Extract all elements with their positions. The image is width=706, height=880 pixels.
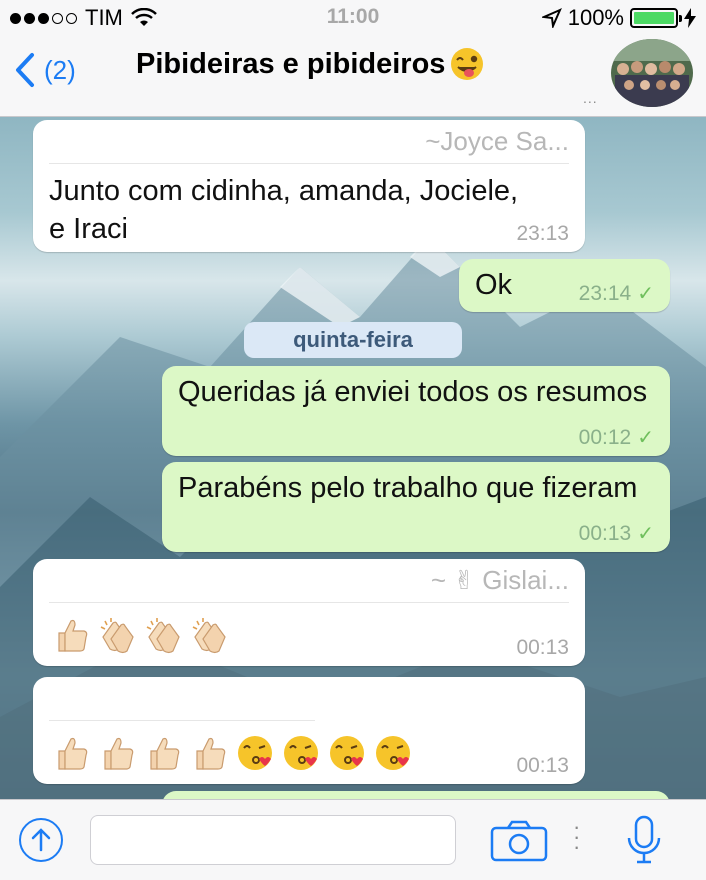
message-bubble-outgoing[interactable]: Queridas já enviei todos os resumos 00:1… — [162, 366, 670, 456]
unread-count: (2) — [44, 54, 76, 85]
chat-header: (2) Pibideiras e pibideiros ... — [0, 36, 706, 117]
compose-bar: · · · — [0, 799, 706, 880]
camera-icon — [490, 820, 548, 862]
clapping-hands-emoji-icon — [100, 618, 134, 654]
message-bubble-outgoing[interactable]: Ok 23:14 ✓ — [459, 259, 670, 312]
location-arrow-icon — [541, 8, 562, 28]
thumbs-up-emoji-icon — [104, 737, 134, 770]
delivered-check-icon: ✓ — [637, 427, 654, 449]
message-input[interactable] — [90, 815, 456, 865]
arrow-up-icon — [31, 828, 51, 852]
message-time: 00:12 — [578, 426, 632, 449]
group-name: Pibideiras e pibideiros — [136, 47, 446, 80]
emoji-row — [51, 733, 413, 773]
thumbs-up-emoji-icon — [150, 737, 180, 770]
microphone-button[interactable] — [625, 814, 663, 868]
divider — [49, 720, 315, 721]
status-bar: TIM 11:00 100% — [0, 0, 706, 36]
back-button[interactable]: (2) — [14, 52, 76, 88]
face-blowing-kiss-emoji-icon — [238, 736, 272, 770]
clapping-hands-emoji-icon — [146, 618, 180, 654]
group-title[interactable]: Pibideiras e pibideiros — [136, 46, 485, 82]
message-text: Junto com cidinha, amanda, Jociele, e Ir… — [49, 175, 519, 245]
divider — [49, 602, 569, 603]
battery-percent: 100% — [567, 5, 624, 30]
charging-bolt-icon — [684, 8, 696, 28]
thumbs-up-emoji-icon — [58, 737, 88, 770]
divider — [49, 163, 569, 164]
delivered-check-icon: ✓ — [637, 283, 654, 305]
message-text: Ok — [475, 269, 513, 301]
message-meta: 00:12 ✓ — [579, 425, 654, 450]
emoji-row — [51, 615, 229, 655]
message-time: 00:13 — [516, 754, 569, 777]
message-text: Parabéns pelo trabalho que fizeram — [178, 472, 638, 504]
message-time: 00:13 — [516, 636, 569, 659]
more-indicator: ... — [583, 90, 598, 106]
sender-name: ~Joyce Sa... — [425, 126, 569, 156]
group-photo-icon — [611, 39, 693, 107]
face-blowing-kiss-emoji-icon — [284, 736, 318, 770]
day-separator: quinta-feira — [244, 322, 462, 358]
sender-name: ~ ✌ Gislai... — [430, 565, 569, 595]
message-meta: 23:14 ✓ — [579, 281, 654, 306]
message-bubble-outgoing-partial[interactable] — [162, 791, 670, 799]
attach-button[interactable] — [19, 818, 63, 862]
message-time: 23:14 — [578, 282, 632, 305]
camera-button[interactable] — [490, 820, 548, 862]
more-options-icon[interactable]: · · · — [573, 816, 580, 858]
delivered-check-icon: ✓ — [637, 523, 654, 545]
message-time: 00:13 — [578, 522, 632, 545]
message-bubble-incoming[interactable]: ~ ✌ Gislai... 00:13 — [33, 559, 585, 666]
thumbs-up-emoji-icon — [196, 737, 226, 770]
face-blowing-kiss-emoji-icon — [330, 736, 364, 770]
message-text: Queridas já enviei todos os resumos — [178, 376, 648, 408]
battery-icon — [630, 8, 682, 28]
message-list[interactable]: ~Joyce Sa... Junto com cidinha, amanda, … — [0, 117, 706, 799]
message-time: 23:13 — [516, 222, 569, 245]
microphone-icon — [627, 815, 661, 864]
status-right-group: 100% — [541, 5, 696, 31]
thumbs-up-emoji-icon — [58, 619, 88, 652]
chevron-left-icon — [16, 53, 34, 87]
winking-tongue-emoji-icon — [451, 48, 484, 80]
message-bubble-incoming[interactable]: 00:13 — [33, 677, 585, 784]
message-bubble-outgoing[interactable]: Parabéns pelo trabalho que fizeram 00:13… — [162, 462, 670, 552]
message-meta: 00:13 ✓ — [579, 521, 654, 546]
message-bubble-incoming[interactable]: ~Joyce Sa... Junto com cidinha, amanda, … — [33, 120, 585, 252]
face-blowing-kiss-emoji-icon — [376, 736, 410, 770]
clapping-hands-emoji-icon — [192, 618, 226, 654]
group-avatar[interactable] — [611, 39, 693, 107]
